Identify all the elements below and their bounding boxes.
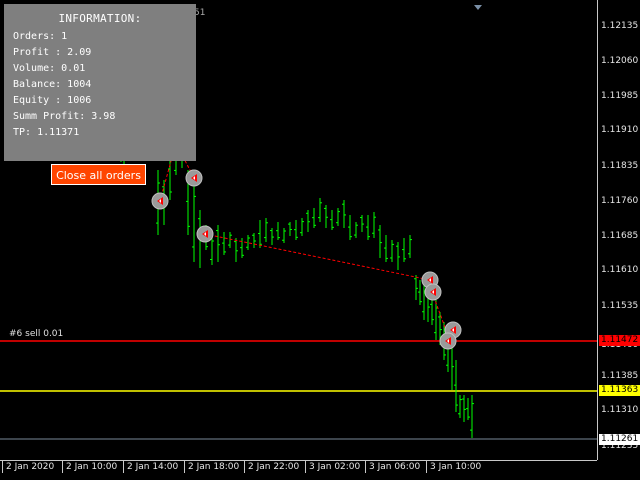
time-tick-label: 2 Jan 10:00 xyxy=(62,461,117,473)
info-equity: Equity : 1006 xyxy=(13,95,92,106)
info-balance: Balance: 1004 xyxy=(13,79,92,90)
info-volume: Volume: 0.01 xyxy=(13,63,86,74)
info-panel: INFORMATION: Orders: 1 Profit : 2.09 Vol… xyxy=(4,4,196,161)
price-tick-label: 1.11910 xyxy=(601,125,639,135)
price-level-badge: 1.11363 xyxy=(599,385,640,396)
price-tick-label: 1.11610 xyxy=(601,265,639,275)
price-tick-label: 1.12060 xyxy=(601,56,639,66)
price-tick-label: 1.12135 xyxy=(601,21,639,31)
price-level-badge: 1.11472 xyxy=(599,335,640,346)
close-all-orders-button[interactable]: Close all orders xyxy=(51,164,146,185)
price-tick-label: 1.11310 xyxy=(601,405,639,415)
price-tick-label: 1.11835 xyxy=(601,161,639,171)
order-label: #6 sell 0.01 xyxy=(9,329,64,339)
time-tick-label: 2 Jan 22:00 xyxy=(244,461,299,473)
time-tick-label: 3 Jan 10:00 xyxy=(426,461,481,473)
scroll-marker-icon xyxy=(474,5,482,10)
time-axis[interactable]: 2 Jan 2020 2 Jan 10:00 2 Jan 14:00 2 Jan 18… xyxy=(0,460,597,480)
time-tick-label: 3 Jan 06:00 xyxy=(365,461,420,473)
price-tick-label: 1.11535 xyxy=(601,301,639,311)
time-tick-label: 3 Jan 02:00 xyxy=(305,461,360,473)
time-tick-label: 2 Jan 18:00 xyxy=(184,461,239,473)
price-tick-label: 1.11685 xyxy=(601,231,639,241)
time-tick-label: 2 Jan 2020 xyxy=(2,461,54,473)
info-title: INFORMATION: xyxy=(58,12,142,25)
price-axis[interactable]: 1.12135 1.12060 1.11985 1.11910 1.11835 1.117… xyxy=(597,0,640,460)
info-tp: TP: 1.11371 xyxy=(13,127,80,138)
time-tick-label: 2 Jan 14:00 xyxy=(123,461,178,473)
price-level-badge: 1.11261 xyxy=(599,434,640,445)
info-summ-profit: Summ Profit: 3.98 xyxy=(13,111,116,122)
price-tick-label: 1.11985 xyxy=(601,91,639,101)
info-orders: Orders: 1 xyxy=(13,31,68,42)
price-tick-label: 1.11760 xyxy=(601,196,639,206)
price-tick-label: 1.11385 xyxy=(601,371,639,381)
info-profit: Profit : 2.09 xyxy=(13,47,92,58)
trade-connector-line xyxy=(204,233,431,281)
